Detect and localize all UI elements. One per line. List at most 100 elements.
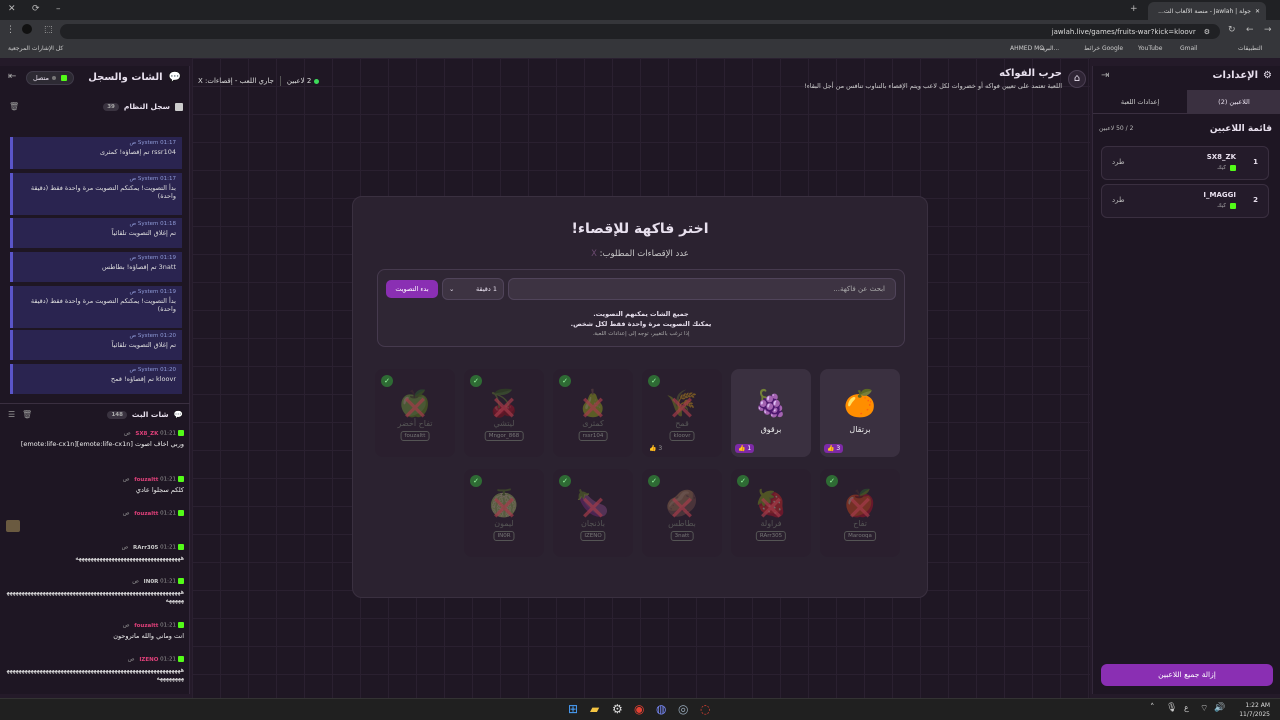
check-icon: ✓ <box>737 475 749 487</box>
log-sender: System <box>137 255 159 261</box>
system-log-count: 39 <box>103 102 119 111</box>
extensions-icon[interactable]: ⬚ <box>44 25 53 35</box>
kick-player-button[interactable]: طرد <box>1112 158 1125 166</box>
player-list-count: 2 / 50 لاعبين <box>1099 125 1134 132</box>
vote-number: 3 <box>658 445 663 452</box>
duration-select[interactable]: 1 دقيقة ⌄ <box>442 278 504 300</box>
bookmark-apps[interactable]: التطبيقات <box>1238 45 1262 52</box>
owner-tag: Marooqa <box>844 531 876 541</box>
profile-avatar[interactable] <box>22 24 32 34</box>
chat-username[interactable]: SX8_ZK <box>135 431 158 437</box>
log-text: تم إغلاق التصويت تلقائياً <box>111 229 176 237</box>
chrome-icon[interactable]: ◉ <box>634 702 644 716</box>
chat-icon: 💬 <box>168 72 181 83</box>
steam-icon[interactable]: ◎ <box>678 702 688 716</box>
new-tab-icon[interactable]: + <box>1130 4 1138 14</box>
bookmark-maps[interactable]: خرائط Google <box>1084 45 1123 52</box>
browser-tabstrip: ✕ جولة | Jawlah - منصة الألعاب الت... + … <box>0 0 1280 20</box>
tab-players[interactable]: اللاعبين (2) <box>1187 90 1280 114</box>
tab-game-settings[interactable]: إعدادات اللعبة <box>1093 90 1187 114</box>
bookmark-ahmed[interactable]: AHMED MO... <box>1010 45 1050 52</box>
system-log-list[interactable]: System 01:17 ص rssr104 تم إقصاؤه! كمثرى … <box>0 121 190 403</box>
vote-title: اختر فاكهة للإقصاء! <box>571 221 709 237</box>
fruit-card[interactable]: 🍇 برقوق 👍 1 <box>731 369 811 457</box>
log-sender: System <box>137 289 159 295</box>
wifi-icon[interactable]: ⌔ <box>1200 703 1208 714</box>
owner-tag: RArr305 <box>755 531 787 541</box>
windows-start-icon[interactable]: ⊞ <box>568 702 578 716</box>
forward-icon[interactable]: ← <box>1246 25 1254 35</box>
bookmark-youtube[interactable]: YouTube <box>1138 45 1162 52</box>
menu-icon[interactable]: ⋮ <box>6 25 15 35</box>
player-card: 1 SX8_ZK كيك طرد <box>1101 146 1269 180</box>
fruit-card[interactable]: 🍊 برتقال 👍 3 <box>820 369 900 457</box>
live-chat-count: 148 <box>107 410 127 419</box>
settings-app-icon[interactable]: ⚙ <box>612 702 623 716</box>
chat-log-panel: 💬 الشات والسجل متصل ⇤ سجل النظام 39 🗑 Sy… <box>0 66 190 694</box>
fruit-search-input[interactable]: ابحث عن فاكهة... <box>508 278 896 300</box>
button-label: إزالة جميع اللاعبين <box>1158 670 1216 679</box>
window-close-icon[interactable]: ✕ <box>8 4 16 14</box>
app-icon[interactable]: ◌ <box>700 702 710 716</box>
chat-username[interactable]: fouzaltt <box>134 623 158 629</box>
chat-username[interactable]: RArr305 <box>133 545 158 551</box>
browser-tab[interactable]: ✕ جولة | Jawlah - منصة الألعاب الت... <box>1148 2 1266 20</box>
kick-player-button[interactable]: طرد <box>1112 196 1125 204</box>
log-text: تم إغلاق التصويت تلقائياً <box>111 341 176 349</box>
chat-message: SX8_ZK 01:21 ص وربي اخاف اصوت [emote:lif… <box>6 430 184 448</box>
volume-icon[interactable]: 🔊 <box>1214 703 1225 713</box>
player-rank: 2 <box>1253 196 1258 204</box>
system-log-title: سجل النظام <box>123 102 170 111</box>
info-line: إذا ترغب بالتغيير، توجه إلى إعدادات اللع… <box>592 331 690 337</box>
back-icon[interactable]: → <box>1264 25 1272 35</box>
live-chat-list[interactable]: SX8_ZK 01:21 ص وربي اخاف اصوت [emote:lif… <box>0 422 190 692</box>
home-icon[interactable]: ⌂ <box>1068 70 1086 88</box>
address-bar[interactable]: jawlah.live/games/fruits-war?kick=kloovr… <box>60 24 1220 39</box>
filter-icon[interactable]: ☰ <box>8 410 15 419</box>
check-icon: ✓ <box>470 475 482 487</box>
fruit-name: باذنجان <box>581 519 605 528</box>
player-card: 2 I_MAGGI كيك طرد <box>1101 184 1269 218</box>
check-icon: ✓ <box>826 475 838 487</box>
remove-all-players-button[interactable]: إزالة جميع اللاعبين <box>1101 664 1273 686</box>
fruit-name: برتقال <box>849 425 871 434</box>
chat-text: هههههههههههههههههههههههههههههههههههههههه… <box>6 587 184 604</box>
chevron-up-icon[interactable]: ˄ <box>1150 703 1155 713</box>
bookmark-gmail[interactable]: Gmail <box>1180 45 1198 52</box>
emote-image <box>6 519 20 532</box>
chat-username[interactable]: IN0R <box>144 579 159 585</box>
check-icon: ✓ <box>559 475 571 487</box>
file-explorer-icon[interactable]: ▰ <box>590 702 599 716</box>
language-indicator[interactable]: ع <box>1184 703 1189 712</box>
game-area: ⌂ حرب الفواكه اللعبة تعتمد على تعيين فوا… <box>192 58 1090 698</box>
close-tab-icon[interactable]: ✕ <box>1255 8 1260 15</box>
trash-icon[interactable]: 🗑 <box>9 102 19 111</box>
chat-message: fouzaltt 01:21 ص كلكم سجلوا عادي <box>6 476 184 494</box>
site-settings-icon[interactable]: ⚙ <box>1204 28 1210 36</box>
start-vote-button[interactable]: بدء التصويت <box>386 280 438 298</box>
chat-text: هههههههههههههههههههههههههههههههههههههههه… <box>6 665 184 682</box>
collapse-panel-icon[interactable]: ⇤ <box>8 71 16 82</box>
microphone-icon[interactable]: 🎙 <box>1166 703 1177 713</box>
trash-icon[interactable]: 🗑 <box>22 410 32 419</box>
clock[interactable]: 1:22 AM 11/7/2025 <box>1226 701 1270 719</box>
window-restore-icon[interactable]: ⟳ <box>32 4 40 14</box>
all-bookmarks[interactable]: كل الإشارات المرجعية <box>8 45 63 52</box>
window-minimize-icon[interactable]: – <box>56 4 61 14</box>
owner-tag: IZENO <box>580 531 606 541</box>
chat-username[interactable]: IZENO <box>139 657 158 663</box>
plum-icon: 🍇 <box>754 389 788 419</box>
kick-logo-icon <box>1230 203 1236 209</box>
kick-badge-icon <box>178 622 184 628</box>
discord-icon[interactable]: ◍ <box>656 702 666 716</box>
chat-username[interactable]: fouzaltt <box>134 477 158 483</box>
vote-count: 👍 1 <box>735 444 755 453</box>
clock-time: 1:22 AM <box>1245 702 1270 709</box>
collapse-panel-icon[interactable]: ⇥ <box>1101 70 1109 81</box>
fruit-card: ✓ 🍎 ✕ تفاح Marooqa <box>820 469 900 557</box>
game-status: جاري اللعب - إقصاءات: X <box>198 77 274 85</box>
info-line: جميع الشات يمكنهم التصويت. <box>593 310 689 318</box>
check-icon: ✓ <box>559 375 571 387</box>
reload-icon[interactable]: ↻ <box>1228 25 1236 35</box>
chat-username[interactable]: fouzaltt <box>134 511 158 517</box>
